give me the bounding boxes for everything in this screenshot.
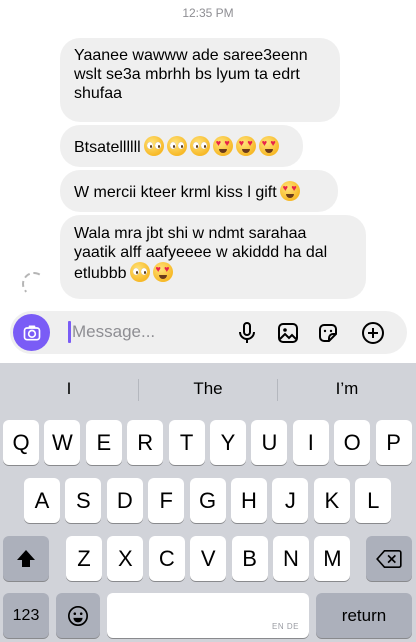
key[interactable]: C (148, 536, 185, 581)
key[interactable]: Z (66, 536, 102, 581)
key[interactable]: J (272, 478, 309, 523)
camera-icon (23, 325, 40, 340)
pleading-face-emoji (129, 262, 150, 282)
message-bubble[interactable]: W mercii kteer krml kiss l gift (60, 170, 338, 212)
key[interactable]: V (190, 536, 227, 581)
loading-avatar-icon (22, 272, 46, 296)
key[interactable]: U (251, 420, 288, 465)
key[interactable]: X (107, 536, 144, 581)
heart-eyes-face-emoji (152, 262, 173, 282)
key[interactable]: S (65, 478, 102, 523)
key[interactable]: G (189, 478, 226, 523)
heart-eyes-face-emoji (279, 181, 300, 201)
message-text: W mercii kteer krml kiss l gift (74, 184, 277, 201)
pleading-face-emoji (189, 136, 210, 156)
microphone-icon (239, 322, 255, 343)
microphone-button[interactable] (233, 319, 261, 347)
key[interactable]: T (168, 420, 205, 465)
gallery-button[interactable] (274, 319, 302, 347)
message-bubble[interactable]: Btsatellllll (60, 125, 303, 167)
conversation-area: 12:35 PM Yaanee wawww ade saree3eenn wsl… (0, 0, 416, 305)
message-bubble[interactable]: Wala mra jbt shi w ndmt sarahaa yaatik a… (60, 215, 366, 299)
key[interactable]: P (375, 420, 412, 465)
message-input[interactable] (72, 319, 232, 345)
suggestion-3[interactable]: I’m (278, 363, 416, 415)
message-composer (10, 311, 407, 354)
message-text: Btsatellllll (74, 139, 141, 156)
gallery-icon (278, 323, 298, 343)
key[interactable]: Q (3, 420, 39, 465)
sticker-button[interactable] (314, 319, 342, 347)
heart-eyes-face-emoji (258, 136, 279, 156)
camera-button[interactable] (13, 314, 50, 351)
input-language-hint: EN DE (272, 622, 299, 631)
keyboard: I The I’m QWERTYUIOP ASDFGHJKL ZXCVBNM 1… (0, 363, 416, 642)
suggestion-2[interactable]: The (139, 363, 277, 415)
key[interactable]: B (231, 536, 268, 581)
heart-eyes-face-emoji (212, 136, 233, 156)
key[interactable]: M (314, 536, 351, 581)
key[interactable]: H (231, 478, 267, 523)
pleading-face-emoji (166, 136, 187, 156)
key[interactable]: O (334, 420, 371, 465)
message-text: Yaanee wawww ade saree3eenn wslt se3a mb… (74, 47, 308, 102)
shift-key[interactable] (3, 536, 49, 581)
backspace-key[interactable] (366, 536, 412, 581)
suggestion-1[interactable]: I (0, 363, 138, 415)
text-caret (68, 321, 71, 343)
plus-icon (362, 322, 384, 344)
numbers-key[interactable]: 123 (3, 593, 49, 638)
key[interactable]: E (85, 420, 122, 465)
backspace-icon (376, 549, 402, 568)
message-text: Wala mra jbt shi w ndmt sarahaa yaatik a… (74, 225, 328, 282)
sticker-icon (319, 324, 337, 342)
emoji-key[interactable] (56, 593, 100, 638)
key[interactable]: A (24, 478, 60, 523)
message-bubble[interactable]: Yaanee wawww ade saree3eenn wslt se3a mb… (60, 38, 340, 122)
key[interactable]: W (44, 420, 81, 465)
key[interactable]: N (273, 536, 309, 581)
key[interactable]: R (127, 420, 164, 465)
space-key[interactable]: EN DE (107, 593, 309, 638)
key[interactable]: F (148, 478, 185, 523)
key[interactable]: D (106, 478, 143, 523)
key[interactable]: Y (210, 420, 246, 465)
pleading-face-emoji (143, 136, 164, 156)
key[interactable]: K (313, 478, 350, 523)
message-timestamp: 12:35 PM (182, 6, 234, 20)
shift-icon (17, 549, 35, 567)
key[interactable]: I (292, 420, 329, 465)
heart-eyes-face-emoji (235, 136, 256, 156)
plus-button[interactable] (359, 319, 387, 347)
return-key[interactable]: return (316, 593, 412, 638)
key[interactable]: L (355, 478, 392, 523)
emoji-icon (68, 605, 88, 626)
predictive-text-bar: I The I’m (0, 363, 416, 415)
